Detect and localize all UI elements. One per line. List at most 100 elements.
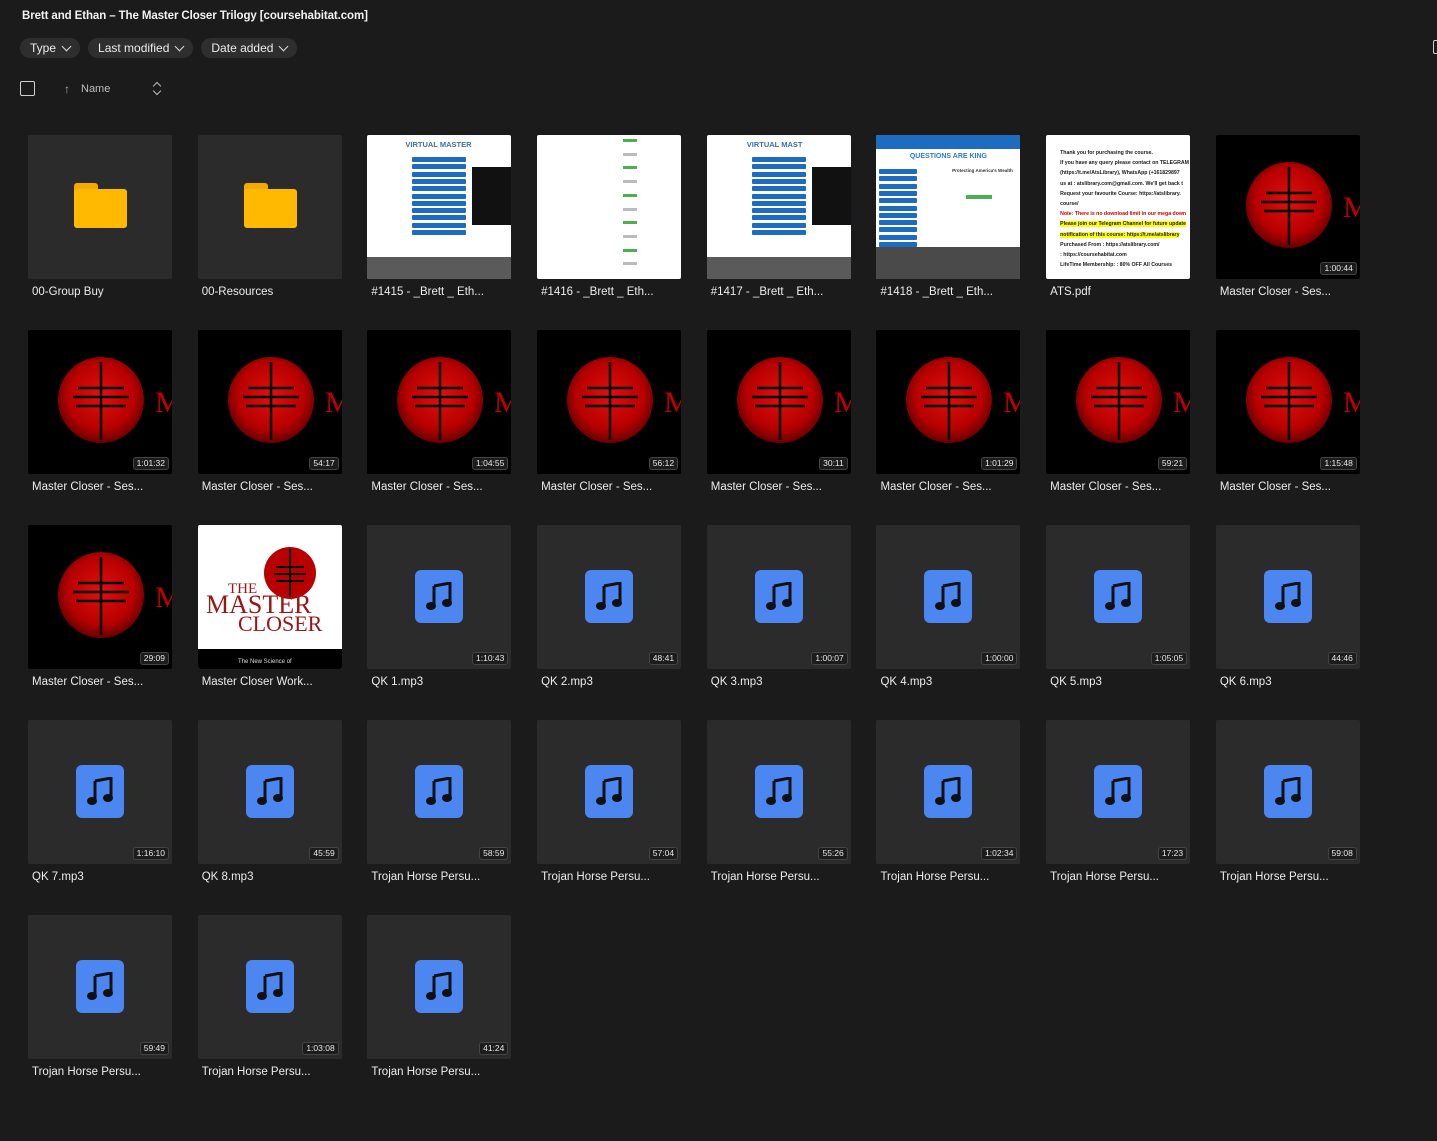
music-note-icon	[754, 570, 803, 623]
thumb-button-shape	[879, 198, 918, 204]
file-item[interactable]: 1:00:07 QK 3.mp3	[706, 525, 851, 720]
svg-text:M: M	[1173, 386, 1190, 419]
file-item[interactable]: M 1:04:55 Master Closer - Ses...	[367, 330, 512, 525]
file-item[interactable]: 1:05:05 QK 5.mp3	[1046, 525, 1191, 720]
thumb-button-shape	[412, 171, 467, 177]
file-item[interactable]: 59:08 Trojan Horse Persu...	[1215, 720, 1360, 915]
thumb-button-shape	[879, 227, 918, 233]
thumb-button-shape	[879, 183, 918, 189]
thumb-button-shape	[412, 164, 467, 170]
duration-badge: 45:59	[309, 847, 339, 860]
file-name: Master Closer - Ses...	[32, 481, 144, 493]
sort-name-button[interactable]: Name	[81, 83, 110, 95]
file-item[interactable]: QUESTIONS ARE KING Protecting America's …	[876, 135, 1021, 330]
sort-order-icon[interactable]	[153, 80, 161, 96]
duration-badge: 1:03:08	[302, 1042, 339, 1055]
file-item[interactable]: 1:00:00 QK 4.mp3	[876, 525, 1021, 720]
thumb-button-shape	[751, 200, 806, 206]
thumb-subheading: Protecting America's Wealth	[952, 168, 1013, 173]
file-item[interactable]: THE MASTER CLOSER The New Science of Mas…	[197, 525, 342, 720]
svg-text:M: M	[664, 386, 681, 419]
duration-badge: 44:46	[1327, 652, 1357, 665]
thumb-heading: QUESTIONS ARE KING	[909, 153, 987, 160]
thumb-footer	[706, 257, 851, 279]
file-item[interactable]: 44:46 QK 6.mp3	[1215, 525, 1360, 720]
folder-item[interactable]: 00-Group Buy	[28, 135, 172, 330]
thumb-button-shape	[751, 222, 806, 228]
music-note-icon	[245, 765, 294, 818]
file-item[interactable]: 1:16:10 QK 7.mp3	[28, 720, 172, 915]
audio-thumbnail: 45:59	[197, 720, 342, 864]
file-item[interactable]: M 1:15:48 Master Closer - Ses...	[1215, 330, 1360, 525]
file-item[interactable]: M 29:09 Master Closer - Ses...	[28, 525, 172, 720]
svg-text:M: M	[834, 386, 851, 419]
filter-type-button[interactable]: Type	[20, 38, 81, 58]
file-item[interactable]: #1416 - _Brett _ Eth...	[537, 135, 682, 330]
pdf-line: Purchased From : https://atslibrary.com/	[1060, 241, 1160, 248]
file-item[interactable]: M 1:01:32 Master Closer - Ses...	[28, 330, 172, 525]
duration-badge: 56:12	[648, 457, 679, 470]
thumb-button-shape	[751, 157, 806, 162]
file-item[interactable]: M 30:11 Master Closer - Ses...	[706, 330, 851, 525]
file-item[interactable]: 17:23 Trojan Horse Persu...	[1046, 720, 1191, 915]
file-item[interactable]: 1:10:43 QK 1.mp3	[367, 525, 512, 720]
folder-icon	[74, 183, 127, 228]
file-item[interactable]: M 59:21 Master Closer - Ses...	[1046, 330, 1191, 525]
music-note-icon	[76, 960, 124, 1013]
music-note-icon	[585, 570, 634, 623]
thumb-button-shape	[751, 230, 806, 235]
pdf-line: notification of this course: https://t.m…	[1060, 231, 1180, 238]
thumb-button-shape	[879, 234, 918, 240]
video-thumbnail: M 1:04:55	[367, 330, 512, 474]
video-thumbnail: M 1:01:29	[876, 330, 1021, 474]
file-item[interactable]: VIRTUAL MAST #1417 - _Brett _ Eth...	[706, 135, 851, 330]
thumb-button-shape	[751, 178, 806, 184]
file-item[interactable]: M 1:01:29 Master Closer - Ses...	[876, 330, 1021, 525]
file-item[interactable]: 57:04 Trojan Horse Persu...	[537, 720, 682, 915]
file-item[interactable]: 59:49 Trojan Horse Persu...	[28, 915, 172, 1110]
pdf-line: Note: There is no download limit in our …	[1060, 211, 1187, 218]
thumb-button-shape	[412, 222, 467, 228]
file-item[interactable]: 1:03:08 Trojan Horse Persu...	[197, 915, 342, 1110]
audio-thumbnail: 57:04	[537, 720, 682, 864]
thumb-footer	[876, 247, 1021, 279]
chevron-down-icon	[174, 41, 185, 52]
thumb-button-shape	[879, 220, 918, 226]
file-item[interactable]: 58:59 Trojan Horse Persu...	[367, 720, 512, 915]
filter-last-modified-button[interactable]: Last modified	[88, 38, 194, 58]
audio-thumbnail: 1:00:00	[876, 525, 1021, 669]
file-name: Master Closer - Ses...	[1219, 481, 1332, 493]
thumb-row-shape	[623, 234, 638, 238]
file-item[interactable]: 45:59 QK 8.mp3	[197, 720, 342, 915]
music-note-icon	[924, 765, 973, 818]
folder-item[interactable]: 00-Resources	[197, 135, 342, 330]
thumb-row-shape	[623, 262, 638, 266]
duration-badge: 48:41	[648, 652, 679, 665]
file-item[interactable]: M 54:17 Master Closer - Ses...	[197, 330, 342, 525]
file-item[interactable]: 55:26 Trojan Horse Persu...	[706, 720, 851, 915]
file-item[interactable]: Thank you for purchasing the course. If y…	[1046, 135, 1191, 330]
file-item[interactable]: M 56:12 Master Closer - Ses...	[537, 330, 682, 525]
file-item[interactable]: 1:02:34 Trojan Horse Persu...	[876, 720, 1021, 915]
duration-badge: 59:08	[1327, 847, 1357, 860]
pdf-thumbnail: Thank you for purchasing the course. If y…	[1046, 135, 1191, 279]
thumb-button-shape	[879, 169, 918, 174]
file-name: Trojan Horse Persu...	[541, 871, 650, 883]
file-name: Trojan Horse Persu...	[371, 1066, 481, 1078]
file-item[interactable]: M 1:00:44 Master Closer - Ses...	[1215, 135, 1360, 330]
duration-badge: 1:02:34	[981, 847, 1018, 860]
file-name: QK 5.mp3	[1050, 676, 1102, 688]
file-item[interactable]: 41:24 Trojan Horse Persu...	[367, 915, 512, 1110]
svg-text:M: M	[1343, 386, 1360, 419]
thumb-button-shape	[879, 190, 918, 196]
file-item[interactable]: VIRTUAL MASTER #1415 - _Brett _ Eth...	[367, 135, 512, 330]
file-name: Master Closer - Ses...	[32, 676, 144, 688]
panel-toggle-icon[interactable]	[1433, 40, 1437, 54]
file-item[interactable]: 48:41 QK 2.mp3	[537, 525, 682, 720]
arrow-up-icon[interactable]: ↑	[64, 83, 70, 95]
pdf-line: Please join our Telegram Channel for fut…	[1060, 221, 1186, 228]
select-all-checkbox[interactable]	[20, 81, 35, 96]
filter-date-added-button[interactable]: Date added	[201, 38, 298, 58]
thumb-button-shape	[412, 200, 467, 206]
audio-thumbnail: 1:10:43	[367, 525, 512, 669]
